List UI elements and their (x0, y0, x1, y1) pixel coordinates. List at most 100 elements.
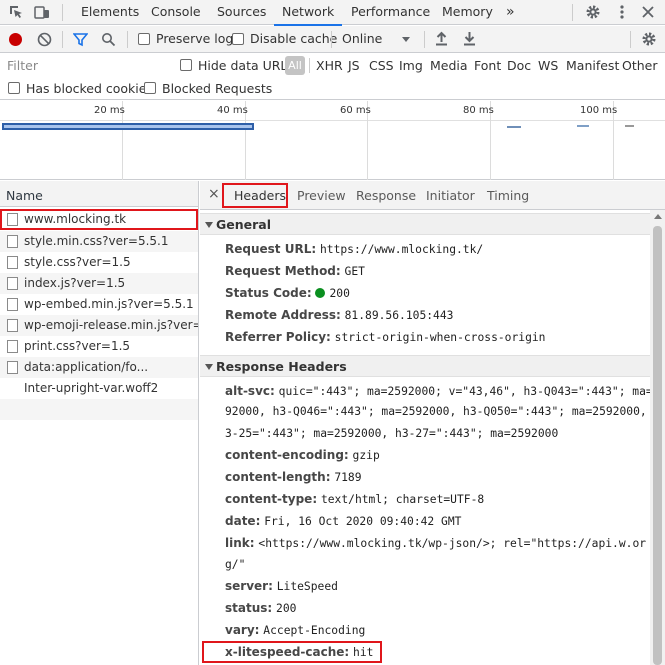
request-row[interactable]: wp-emoji-release.min.js?ver=... (0, 315, 198, 336)
header-alt-svc-continued: 3-25=":443"; ma=2592000, h3-27=":443"; m… (225, 427, 559, 440)
toolbar-divider (62, 4, 63, 21)
header-date: date: Fri, 16 Oct 2020 09:40:42 GMT (225, 514, 462, 528)
tab-memory[interactable]: Memory (442, 0, 493, 25)
details-scrollbar[interactable] (650, 210, 665, 665)
type-filter-all[interactable]: All (285, 56, 305, 75)
type-filter-font[interactable]: Font (474, 58, 501, 73)
more-options-icon[interactable] (614, 4, 630, 20)
record-icon[interactable] (9, 33, 22, 46)
timeline-request-bar (507, 126, 521, 128)
details-tabbar: × Headers Preview Response Initiator Tim… (200, 181, 665, 210)
request-name: data:application/fo... (24, 360, 149, 374)
more-tabs-button[interactable]: » (506, 0, 515, 25)
tab-sources[interactable]: Sources (217, 0, 266, 25)
filter-bar: Filter Hide data URLs All XHR JS CSS Img… (0, 54, 665, 77)
file-icon (7, 256, 18, 269)
request-row[interactable]: wp-embed.min.js?ver=5.5.1 (0, 294, 198, 315)
type-filter-ws[interactable]: WS (538, 58, 558, 73)
preserve-log-label[interactable]: Preserve log (156, 31, 233, 46)
tab-network[interactable]: Network (273, 0, 343, 26)
referrer-policy-row: Referrer Policy: strict-origin-when-cros… (225, 330, 546, 344)
request-row[interactable]: style.css?ver=1.5 (0, 252, 198, 273)
type-filter-manifest[interactable]: Manifest (566, 58, 619, 73)
type-filter-other[interactable]: Other (622, 58, 658, 73)
toolbar-divider (127, 31, 128, 48)
request-row[interactable]: www.mlocking.tk (0, 209, 198, 230)
name-column-header[interactable]: Name (0, 181, 198, 207)
settings-gear-icon[interactable] (585, 4, 601, 20)
request-row[interactable]: index.js?ver=1.5 (0, 273, 198, 294)
disable-cache-checkbox[interactable] (232, 33, 244, 45)
type-filter-img[interactable]: Img (399, 58, 423, 73)
close-details-button[interactable]: × (208, 186, 220, 202)
response-headers-section-header[interactable]: Response Headers (200, 355, 650, 377)
dropdown-arrow-icon[interactable] (402, 37, 410, 42)
request-name: www.mlocking.tk (24, 212, 127, 226)
type-filter-doc[interactable]: Doc (507, 58, 531, 73)
request-url-row: Request URL: https://www.mlocking.tk/ (225, 242, 484, 256)
remote-address-row: Remote Address: 81.89.56.105:443 (225, 308, 454, 322)
tab-elements[interactable]: Elements (81, 0, 139, 25)
hide-data-urls-checkbox[interactable] (180, 59, 192, 71)
request-row[interactable]: Inter-upright-var.woff2 (0, 378, 198, 399)
request-name: style.min.css?ver=5.5.1 (24, 234, 169, 248)
has-blocked-cookies-label[interactable]: Has blocked cookies (26, 81, 153, 96)
timeline-request-bar (577, 125, 589, 127)
disable-cache-label[interactable]: Disable cache (250, 31, 337, 46)
tab-headers[interactable]: Headers (234, 188, 286, 203)
request-method-row: Request Method: GET (225, 264, 365, 278)
status-ok-icon (315, 288, 326, 298)
preserve-log-checkbox[interactable] (138, 33, 150, 45)
filter-icon[interactable] (72, 32, 89, 50)
type-filter-css[interactable]: CSS (369, 58, 394, 73)
request-name: index.js?ver=1.5 (24, 276, 126, 290)
close-devtools-icon[interactable] (640, 4, 656, 20)
export-har-icon[interactable] (463, 31, 476, 49)
tab-console[interactable]: Console (151, 0, 201, 25)
tab-timing[interactable]: Timing (487, 188, 529, 203)
general-section-header[interactable]: General (200, 213, 650, 235)
tab-initiator[interactable]: Initiator (426, 188, 475, 203)
scrollbar-thumb[interactable] (653, 226, 662, 665)
request-row[interactable]: style.min.css?ver=5.5.1 (0, 231, 198, 252)
device-toolbar-icon[interactable] (34, 4, 50, 20)
network-toolbar: Preserve log Disable cache Online (0, 26, 665, 53)
blocked-requests-label[interactable]: Blocked Requests (162, 81, 272, 96)
request-row[interactable]: print.css?ver=1.5 (0, 336, 198, 357)
request-name: wp-emoji-release.min.js?ver=... (24, 318, 198, 332)
timeline-tick: 100 ms (580, 105, 618, 116)
type-filter-xhr[interactable]: XHR (316, 58, 343, 73)
header-status: status: 200 (225, 601, 297, 615)
import-har-icon[interactable] (435, 31, 448, 49)
timeline-overview[interactable]: 20 ms 40 ms 60 ms 80 ms 100 ms (0, 101, 665, 180)
network-settings-gear-icon[interactable] (641, 31, 657, 50)
scroll-up-arrow-icon[interactable] (654, 214, 662, 219)
clear-icon[interactable] (37, 32, 52, 50)
search-icon[interactable] (101, 32, 116, 50)
request-name: wp-embed.min.js?ver=5.5.1 (24, 297, 194, 311)
blocked-requests-checkbox[interactable] (144, 82, 156, 94)
timeline-request-bar (2, 123, 254, 130)
tab-preview[interactable]: Preview (297, 188, 346, 203)
inspect-element-icon[interactable] (8, 4, 24, 20)
tab-response[interactable]: Response (356, 188, 416, 203)
type-filter-media[interactable]: Media (430, 58, 468, 73)
toolbar-divider (62, 31, 63, 48)
toolbar-divider (572, 4, 573, 21)
file-icon (7, 319, 18, 332)
document-file-icon (7, 213, 18, 226)
request-row[interactable]: data:application/fo... (0, 357, 198, 378)
timeline-tick: 60 ms (340, 105, 371, 116)
filter-input[interactable]: Filter (7, 58, 38, 73)
hide-data-urls-label[interactable]: Hide data URLs (198, 58, 294, 73)
tab-performance[interactable]: Performance (351, 0, 430, 25)
timeline-tick: 20 ms (94, 105, 125, 116)
has-blocked-cookies-checkbox[interactable] (8, 82, 20, 94)
devtools-tabbar: Elements Console Sources Network Perform… (0, 0, 665, 26)
header-vary: vary: Accept-Encoding (225, 623, 366, 637)
file-icon (7, 340, 18, 353)
type-filter-js[interactable]: JS (348, 58, 360, 73)
throttling-select[interactable]: Online (342, 31, 382, 46)
request-list: Name www.mlocking.tk style.min.css?ver=5… (0, 181, 199, 665)
blocked-filter-row: Has blocked cookies Blocked Requests (0, 78, 665, 100)
